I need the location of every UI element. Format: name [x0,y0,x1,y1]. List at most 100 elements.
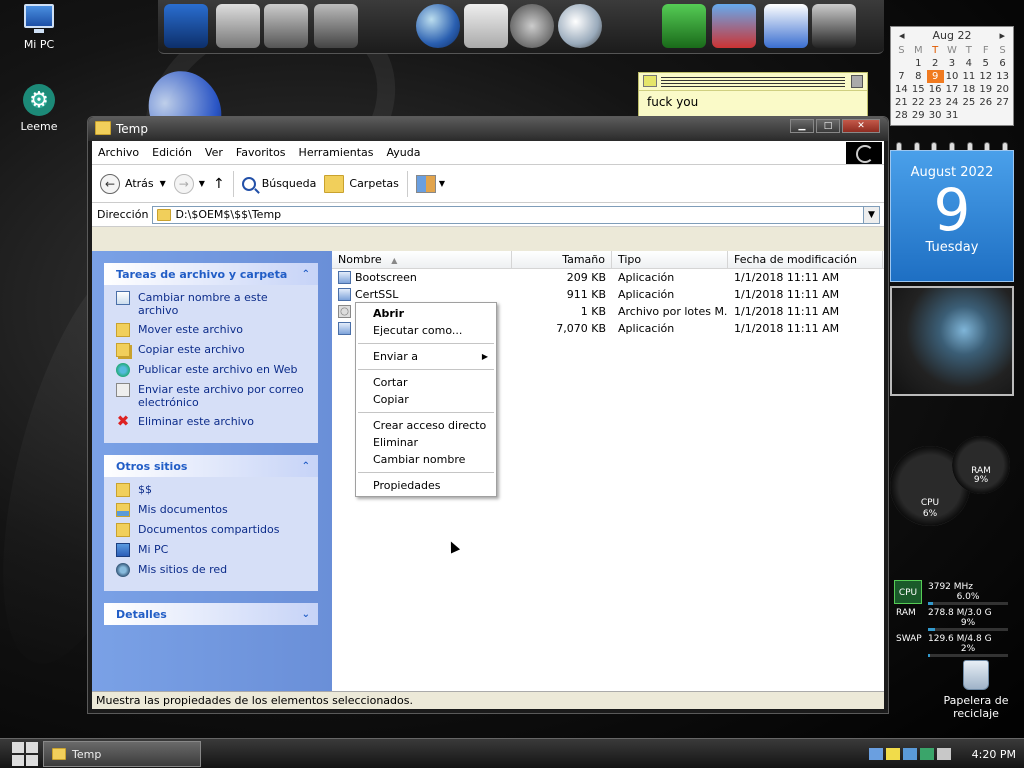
music-icon[interactable] [314,4,358,48]
calendar-day[interactable]: 10 [944,70,961,83]
maximize-button[interactable]: □ [816,119,840,133]
close-button[interactable]: ✕ [842,119,880,133]
calendar-day[interactable]: 24 [944,96,961,109]
context-menu-item[interactable]: Enviar a ▶ [356,348,496,365]
calendar-day[interactable]: 4 [960,57,977,70]
column-header-name[interactable]: Nombre ▲ [332,251,512,268]
context-menu-item[interactable]: Copiar [356,391,496,408]
menu-item[interactable]: Edición [152,146,192,159]
menu-item[interactable]: Favoritos [236,146,286,159]
chevron-down-icon[interactable]: ▼ [160,179,166,188]
globe-icon[interactable] [416,4,460,48]
calendar-day[interactable]: 2 [927,57,944,70]
place-link[interactable]: Mis sitios de red [116,563,308,577]
calendar-day[interactable]: 27 [994,96,1011,109]
calendar-day[interactable]: 21 [893,96,910,109]
column-header-size[interactable]: Tamaño [512,251,612,268]
sticky-note[interactable]: fuck you [638,72,868,118]
place-link[interactable]: Documentos compartidos [116,523,308,537]
menu-item[interactable]: Herramientas [299,146,374,159]
network-icon[interactable] [868,748,883,760]
address-dropdown-icon[interactable]: ▼ [863,206,879,223]
file-tasks-header[interactable]: Tareas de archivo y carpeta ⌃ [104,263,318,285]
desktop-icon-my-pc[interactable]: Mi PC [4,4,74,51]
menu-item[interactable]: Archivo [98,146,139,159]
calendar-day[interactable]: 18 [960,83,977,96]
taskbar-item-temp[interactable]: Temp [43,741,201,767]
task-link[interactable]: ✖ Eliminar este archivo [116,414,308,429]
place-link[interactable]: Mi PC [116,543,308,557]
search-button[interactable]: Búsqueda [241,176,316,191]
calendar-day[interactable]: 31 [944,109,961,122]
calendar-day[interactable]: 11 [960,70,977,83]
note-text[interactable]: fuck you [639,91,867,113]
prev-month-icon[interactable]: ◂ [899,29,905,42]
desktop-icon-leeme[interactable]: ⚙ Leeme [4,84,74,133]
context-menu-item[interactable]: Cortar [356,374,496,391]
file-name-cell[interactable]: Bootscreen [332,271,512,284]
file-row[interactable]: Bootscreen 209 KB Aplicación 1/1/2018 11:11… [332,269,884,286]
folders-button[interactable]: Carpetas [324,174,399,193]
task-link[interactable]: Mover este archivo [116,323,308,337]
slideshow-gadget[interactable] [890,286,1014,396]
collapse-icon[interactable]: ⌃ [302,461,310,472]
address-path[interactable]: D:\$OEM$\$$\Temp [175,208,281,221]
calendar-day[interactable]: 9 [926,70,944,83]
monitor-icon[interactable] [164,4,208,48]
menu-item[interactable]: Ayuda [386,146,420,159]
calendar-day[interactable]: 13 [994,70,1011,83]
clock[interactable]: 4:20 PM [972,748,1016,761]
place-link[interactable]: Mis documentos [116,503,308,517]
task-link[interactable]: Copiar este archivo [116,343,308,357]
calendar-day[interactable]: 8 [910,70,927,83]
other-places-header[interactable]: Otros sitios ⌃ [104,455,318,477]
context-menu-item[interactable]: Propiedades [356,477,496,494]
context-menu-item[interactable]: Abrir [356,305,496,322]
documents-icon[interactable] [216,4,260,48]
start-button[interactable] [12,742,38,766]
calendar-day[interactable]: 25 [960,96,977,109]
context-menu-item[interactable]: Cambiar nombre [356,451,496,468]
media-icon[interactable] [510,4,554,48]
mail-icon[interactable] [464,4,508,48]
calendar-day[interactable]: 30 [927,109,944,122]
calendar-day[interactable]: 1 [910,57,927,70]
trash-icon[interactable] [851,75,863,88]
calendar-day[interactable]: 7 [893,70,910,83]
note-titlebar[interactable] [639,73,867,91]
calendar-day[interactable]: 23 [927,96,944,109]
calendar-day[interactable]: 22 [910,96,927,109]
column-header-type[interactable]: Tipo [612,251,728,268]
context-menu-item[interactable]: Ejecutar como... [356,322,496,339]
calendar-day[interactable]: 6 [994,57,1011,70]
calendar-day[interactable]: 16 [927,83,944,96]
expand-icon[interactable]: ⌄ [302,609,310,620]
calendar-day[interactable]: 5 [977,57,994,70]
calendar-day[interactable]: 17 [944,83,961,96]
next-month-icon[interactable]: ▸ [999,29,1005,42]
up-button[interactable]: ↑ [213,176,225,192]
column-header-date[interactable]: Fecha de modificación [728,251,883,268]
calendar-day[interactable]: 15 [910,83,927,96]
settings-icon[interactable] [712,4,756,48]
file-row[interactable]: CertSSL 911 KB Aplicación 1/1/2018 11:11 AM [332,286,884,303]
task-link[interactable]: Enviar este archivo por correo electróni… [116,383,308,409]
minimize-button[interactable]: ▁ [790,119,814,133]
calendar-gadget[interactable]: ◂ Aug 22 ▸ S M T W T F S 1 2 3 4 5 6 7 8 9 10 11 12 13 14 15 1… [890,26,1014,126]
calendar-day[interactable]: 19 [977,83,994,96]
sticky-note-icon[interactable] [885,748,900,760]
calendar-day[interactable]: 29 [910,109,927,122]
calendar-day[interactable]: 14 [893,83,910,96]
calendar-day[interactable]: 20 [994,83,1011,96]
context-menu-item[interactable]: Crear acceso directo [356,417,496,434]
desktop-icon-recycle-bin[interactable]: Papelera de reciclaje [937,660,1015,720]
monitor-icon[interactable] [902,748,917,760]
collapse-icon[interactable]: ⌃ [302,269,310,280]
window-titlebar[interactable]: Temp ▁ □ ✕ [88,117,888,141]
forward-button[interactable]: → ▼ [173,173,205,194]
volume-icon[interactable] [936,748,951,760]
file-name-cell[interactable]: CertSSL [332,288,512,301]
task-link[interactable]: Cambiar nombre a este archivo [116,291,308,317]
calendar-day[interactable]: 28 [893,109,910,122]
back-button[interactable]: ← Atrás ▼ [100,173,166,194]
